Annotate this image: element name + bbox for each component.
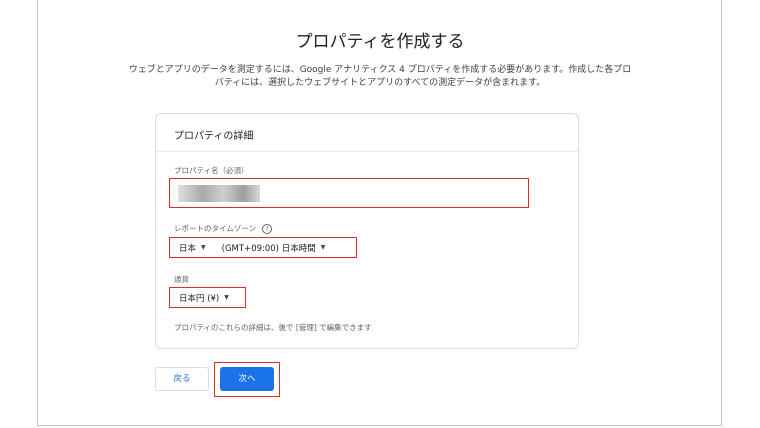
chevron-down-icon: ▼ bbox=[320, 244, 326, 251]
property-name-input[interactable] bbox=[169, 178, 529, 208]
currency-value: 日本円 (¥) bbox=[179, 293, 220, 304]
timezone-label-row: レポートのタイムゾーン? bbox=[174, 223, 272, 234]
chevron-down-icon: ▼ bbox=[224, 294, 229, 301]
timezone-country-value: 日本 bbox=[179, 243, 197, 254]
help-circle-icon[interactable]: ? bbox=[261, 224, 272, 234]
chevron-down-icon: ▼ bbox=[201, 244, 206, 251]
next-button[interactable]: 次へ bbox=[220, 367, 274, 391]
timezone-zone-value: (GMT+09:00) 日本時間 bbox=[221, 243, 316, 254]
card-header: プロパティの詳細 bbox=[156, 114, 578, 152]
timezone-label: レポートのタイムゾーン bbox=[174, 224, 256, 233]
page-description: ウェブとアプリのデータを測定するには、Google アナリティクス 4 プロパテ… bbox=[30, 64, 730, 90]
currency-label: 通貨 bbox=[174, 275, 189, 284]
edit-later-note: プロパティのこれらの詳細は、後で [管理] で編集できます bbox=[174, 323, 372, 332]
timezone-zone-select[interactable]: (GMT+09:00) 日本時間 ▼ bbox=[222, 242, 326, 254]
property-name-label: プロパティ名（必須） bbox=[174, 166, 249, 175]
property-details-card: プロパティの詳細 プロパティ名（必須） レポートのタイムゾーン? 日本 ▼ (GM… bbox=[155, 113, 579, 349]
timezone-selector-group: 日本 ▼ (GMT+09:00) 日本時間 ▼ bbox=[169, 237, 357, 258]
page-description-line-1: ウェブとアプリのデータを測定するには、Google アナリティクス 4 プロパテ… bbox=[128, 65, 632, 75]
back-button[interactable]: 戻る bbox=[155, 367, 209, 391]
page-title: プロパティを作成する bbox=[295, 32, 465, 52]
timezone-country-select[interactable]: 日本 ▼ bbox=[179, 242, 206, 254]
redacted-property-name bbox=[178, 185, 260, 202]
page-description-line-2: パティには、選択したウェブサイトとアプリのすべての測定データが含まれます。 bbox=[214, 78, 546, 88]
currency-select[interactable]: 日本円 (¥) ▼ bbox=[169, 287, 246, 308]
